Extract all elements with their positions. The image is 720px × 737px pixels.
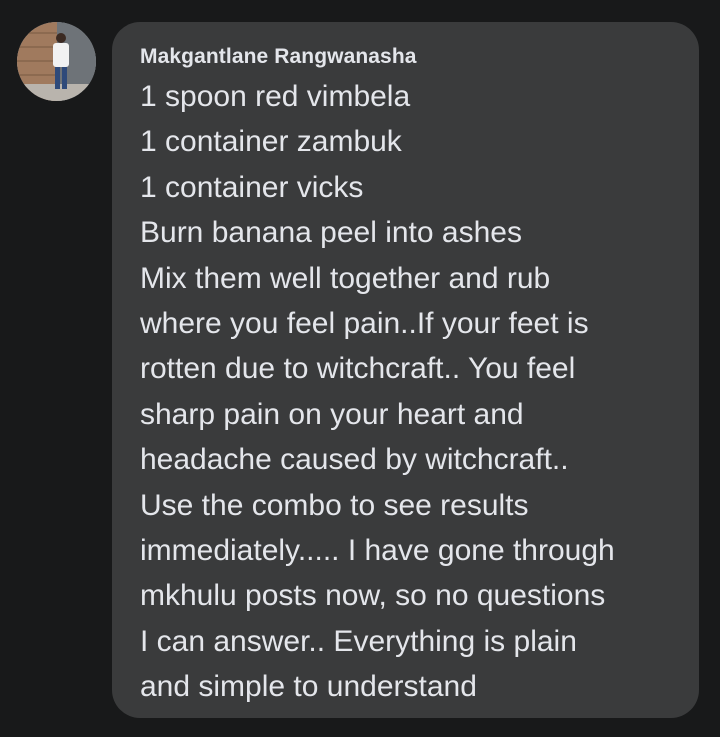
comment-line: Mix them well together and rub xyxy=(140,261,551,295)
comment-line: and simple to understand xyxy=(140,670,477,704)
profile-photo-icon xyxy=(17,22,96,101)
comment-line: 1 container vicks xyxy=(140,170,364,204)
comment-text: 1 spoon red vimbela 1 container zambuk 1… xyxy=(140,74,679,710)
comment-line: rotten due to witchcraft.. You feel xyxy=(140,352,576,386)
comment-line: Burn banana peel into ashes xyxy=(140,216,522,250)
comment-line: where you feel pain..If your feet is xyxy=(140,307,589,341)
comment-line: I can answer.. Everything is plain xyxy=(140,624,577,658)
comment-line: Use the combo to see results xyxy=(140,488,529,522)
comment-line: 1 container zambuk xyxy=(140,125,402,159)
avatar[interactable] xyxy=(17,22,96,101)
comment-bubble: Makgantlane Rangwanasha 1 spoon red vimb… xyxy=(112,22,699,718)
comment-author[interactable]: Makgantlane Rangwanasha xyxy=(140,44,679,70)
comment-line: headache caused by witchcraft.. xyxy=(140,443,569,477)
comment-line: immediately..... I have gone through xyxy=(140,534,615,568)
comment-line: sharp pain on your heart and xyxy=(140,397,524,431)
comment-line: 1 spoon red vimbela xyxy=(140,80,411,113)
comment-line: mkhulu posts now, so no questions xyxy=(140,579,606,613)
